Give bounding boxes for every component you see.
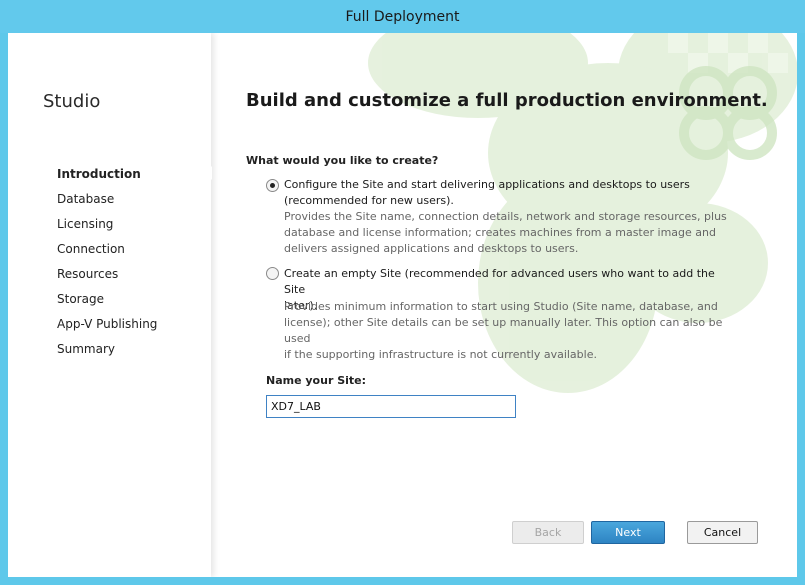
wizard-steps: Introduction Database Licensing Connecti… (57, 167, 157, 367)
radio-empty-site[interactable] (266, 267, 279, 280)
radio-configure-site[interactable] (266, 179, 279, 192)
option-configure-site-label-line1: Configure the Site and start delivering … (284, 178, 690, 191)
step-licensing: Licensing (57, 217, 114, 231)
option-configure-site-label[interactable]: Configure the Site and start delivering … (284, 177, 734, 209)
site-name-label: Name your Site: (266, 374, 367, 387)
back-button[interactable]: Back (512, 521, 584, 544)
create-question: What would you like to create? (246, 154, 439, 167)
option-empty-site-label-line1: Create an empty Site (recommended for ad… (284, 267, 715, 296)
desc-line: database and license information; create… (284, 226, 716, 239)
window-titlebar: Full Deployment (0, 0, 805, 33)
step-database: Database (57, 192, 115, 206)
window-title: Full Deployment (345, 8, 460, 25)
desc-line: Provides minimum information to start us… (284, 300, 718, 313)
site-name-input[interactable] (266, 395, 516, 418)
page-heading: Build and customize a full production en… (246, 90, 768, 111)
step-resources: Resources (57, 267, 119, 281)
step-appv-publishing: App-V Publishing (57, 317, 158, 331)
desc-line: license); other Site details can be set … (284, 316, 723, 345)
step-summary: Summary (57, 342, 115, 356)
wizard-frame: Studio Introduction Database Licensing C… (8, 33, 797, 577)
step-introduction: Introduction (57, 167, 141, 181)
option-configure-site-label-line2: (recommended for new users). (284, 194, 454, 207)
wizard-sidebar: Studio Introduction Database Licensing C… (8, 33, 211, 577)
option-empty-site-description: Provides minimum information to start us… (284, 299, 734, 363)
desc-line: delivers assigned applications and deskt… (284, 242, 579, 255)
option-configure-site-description: Provides the Site name, connection detai… (284, 209, 734, 257)
active-step-pointer (205, 166, 212, 180)
step-storage: Storage (57, 292, 104, 306)
desc-line: Provides the Site name, connection detai… (284, 210, 727, 223)
studio-title: Studio (43, 91, 101, 112)
step-connection: Connection (57, 242, 125, 256)
next-button[interactable]: Next (591, 521, 665, 544)
desc-line: if the supporting infrastructure is not … (284, 348, 597, 361)
cancel-button[interactable]: Cancel (687, 521, 758, 544)
